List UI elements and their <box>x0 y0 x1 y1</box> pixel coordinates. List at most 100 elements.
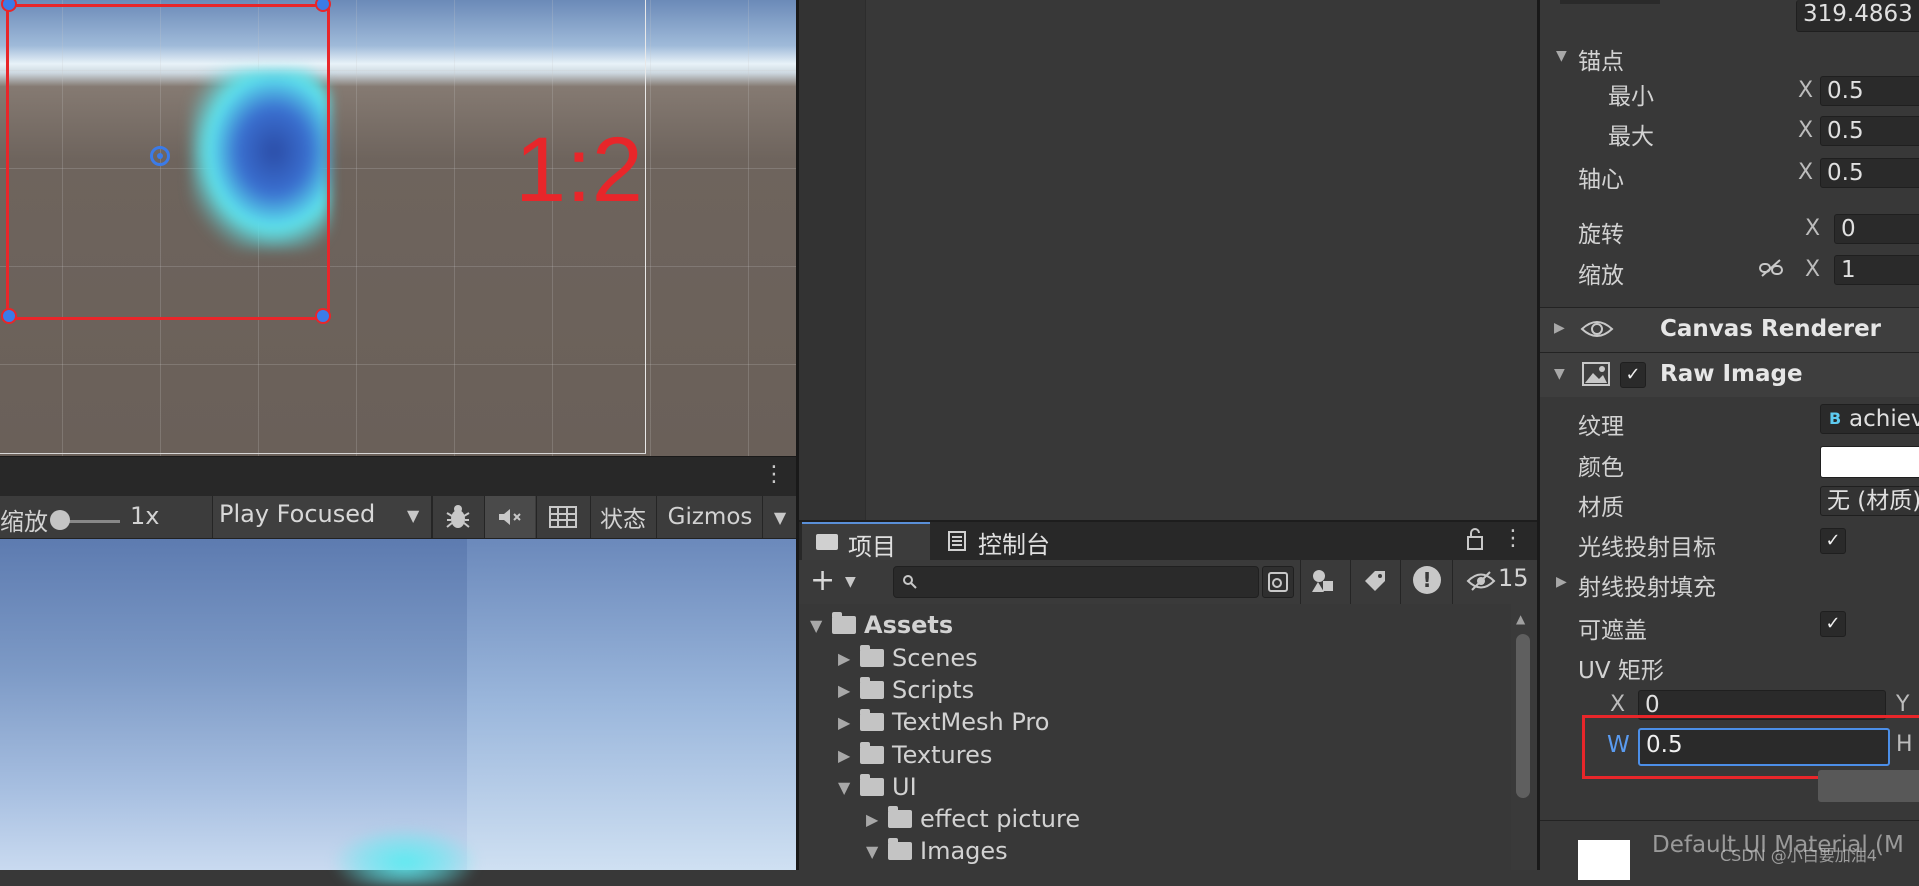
hierarchy-separator <box>865 0 866 520</box>
axis-x-label: X <box>1798 160 1814 185</box>
maskable-label: 可遮盖 <box>1578 618 1647 644</box>
rotation-x-field[interactable]: 0 <box>1834 214 1919 244</box>
search-icon <box>903 575 917 589</box>
scale-label: 缩放 <box>0 508 48 536</box>
uv-y-label: Y <box>1896 692 1910 717</box>
raw-image-enabled-checkbox[interactable]: ✓ <box>1620 362 1646 388</box>
scale-slider-knob[interactable] <box>50 510 70 530</box>
color-swatch[interactable] <box>1820 446 1919 478</box>
stats-label: 状态 <box>600 507 646 533</box>
maskable-checkbox[interactable]: ✓ <box>1820 611 1846 637</box>
anchor-min-label: 最小 <box>1608 84 1654 110</box>
gizmos-button[interactable]: Gizmos <box>656 496 763 538</box>
constrain-proportions-icon[interactable] <box>1758 258 1784 284</box>
rect-handle-bottom-right[interactable] <box>315 308 331 324</box>
expand-triangle-icon[interactable]: ▼ <box>1554 366 1565 382</box>
play-mode-dropdown[interactable]: Play Focused ▼ <box>212 496 432 538</box>
tree-item-assets[interactable]: ▼ Assets <box>810 610 953 640</box>
gizmos-dropdown-button[interactable]: ▼ <box>762 496 797 538</box>
tab-project[interactable]: 项目 <box>802 522 930 561</box>
pivot-x-field[interactable]: 0.5 <box>1820 158 1919 188</box>
hidden-packages-count: 15 <box>1498 564 1529 592</box>
more-options-icon[interactable]: ⋮ <box>763 462 785 487</box>
watermark: CSDN @小白要加油4 <box>1720 846 1877 865</box>
tree-item-images[interactable]: ▼ Images <box>866 836 1008 866</box>
expand-triangle-icon[interactable]: ▼ <box>838 778 860 797</box>
set-native-size-button[interactable] <box>1818 770 1919 802</box>
stats-grid-button[interactable] <box>536 496 589 538</box>
canvas-boundary-right <box>645 0 646 454</box>
expand-triangle-icon[interactable]: ▼ <box>1556 48 1567 64</box>
mute-audio-button[interactable] <box>484 496 535 538</box>
scale-x-field[interactable]: 1 <box>1834 255 1919 285</box>
hierarchy-panel <box>799 0 1537 520</box>
rect-handle-bottom-left[interactable] <box>1 308 17 324</box>
folder-icon <box>860 677 884 699</box>
anchor-min-x-field[interactable]: 0.5 <box>1820 76 1919 106</box>
anchor-max-x-field[interactable]: 0.5 <box>1820 116 1919 146</box>
search-input[interactable] <box>893 566 1259 598</box>
scale-value: 1x <box>130 502 160 530</box>
stats-button[interactable]: 状态 <box>590 496 655 538</box>
play-mode-label: Play Focused <box>219 500 376 528</box>
debug-button[interactable] <box>432 496 483 538</box>
search-options-icon <box>1268 572 1288 592</box>
tree-item-label: TextMesh Pro <box>892 708 1050 736</box>
scale-label: 缩放 <box>1578 263 1624 289</box>
pivot-label: 轴心 <box>1578 167 1624 193</box>
tree-item-scripts[interactable]: ▶ Scripts <box>838 675 974 705</box>
tree-item-effect-picture[interactable]: ▶ effect picture <box>866 804 1080 834</box>
folder-icon <box>816 534 838 550</box>
chevron-down-icon[interactable]: ▼ <box>845 574 856 590</box>
filter-by-type-icon[interactable] <box>1310 568 1336 598</box>
tree-item-scenes[interactable]: ▶ Scenes <box>838 643 978 673</box>
tab-console-label: 控制台 <box>978 531 1050 559</box>
uv-rect-label: UV 矩形 <box>1578 658 1664 684</box>
expand-triangle-icon[interactable]: ▶ <box>1554 320 1565 336</box>
scrollbar-thumb[interactable] <box>1516 634 1530 798</box>
uv-x-label: X <box>1610 692 1626 717</box>
texture-field[interactable]: B achiev <box>1820 404 1919 434</box>
anchors-label: 锚点 <box>1578 49 1624 75</box>
tree-item-textures[interactable]: ▶ Textures <box>838 740 992 770</box>
search-mode-button[interactable] <box>1262 566 1294 598</box>
expand-triangle-icon[interactable]: ▶ <box>838 681 860 700</box>
anchor-max-label: 最大 <box>1608 124 1654 150</box>
expand-triangle-icon[interactable]: ▶ <box>838 746 860 765</box>
scroll-up-icon[interactable]: ▲ <box>1516 612 1525 626</box>
axis-x-label: X <box>1805 216 1821 241</box>
chevron-down-icon: ▼ <box>773 507 787 527</box>
more-options-icon[interactable]: ⋮ <box>1502 526 1524 551</box>
create-plus-icon[interactable]: + <box>810 566 835 596</box>
gizmos-label: Gizmos <box>667 504 753 530</box>
canvas-boundary-bottom <box>0 453 646 454</box>
lock-icon[interactable] <box>1466 528 1484 554</box>
expand-triangle-icon[interactable]: ▼ <box>866 842 888 861</box>
raycast-target-checkbox[interactable]: ✓ <box>1820 528 1846 554</box>
log-filter-icon[interactable]: ! <box>1413 566 1441 594</box>
folder-icon <box>888 806 912 828</box>
ratio-annotation: 1:2 <box>515 119 643 221</box>
tree-item-label: effect picture <box>920 805 1081 833</box>
console-icon <box>948 531 966 551</box>
filter-by-label-icon[interactable] <box>1362 568 1388 598</box>
material-field[interactable]: 无 (材质) <box>1820 486 1919 516</box>
toolbar-divider <box>1400 560 1401 604</box>
expand-triangle-icon[interactable]: ▼ <box>810 616 832 635</box>
texture-label: 纹理 <box>1578 414 1624 440</box>
expand-triangle-icon[interactable]: ▶ <box>838 649 860 668</box>
component-divider <box>1540 820 1919 821</box>
height-value-field[interactable]: 319.4863 <box>1796 0 1919 32</box>
scene-view[interactable]: 1:2 <box>0 0 796 456</box>
folder-icon <box>860 742 884 764</box>
expand-triangle-icon[interactable]: ▶ <box>1556 574 1567 590</box>
pivot-handle[interactable] <box>150 146 170 166</box>
expand-triangle-icon[interactable]: ▶ <box>838 713 860 732</box>
tree-item-textmesh-pro[interactable]: ▶ TextMesh Pro <box>838 707 1049 737</box>
tree-item-ui[interactable]: ▼ UI <box>838 772 917 802</box>
expand-triangle-icon[interactable]: ▶ <box>866 810 888 829</box>
axis-x-label: X <box>1798 78 1814 103</box>
tree-item-label: Scenes <box>892 644 978 672</box>
hidden-packages-icon[interactable] <box>1466 570 1496 596</box>
tab-console[interactable]: 控制台 <box>932 522 1080 560</box>
